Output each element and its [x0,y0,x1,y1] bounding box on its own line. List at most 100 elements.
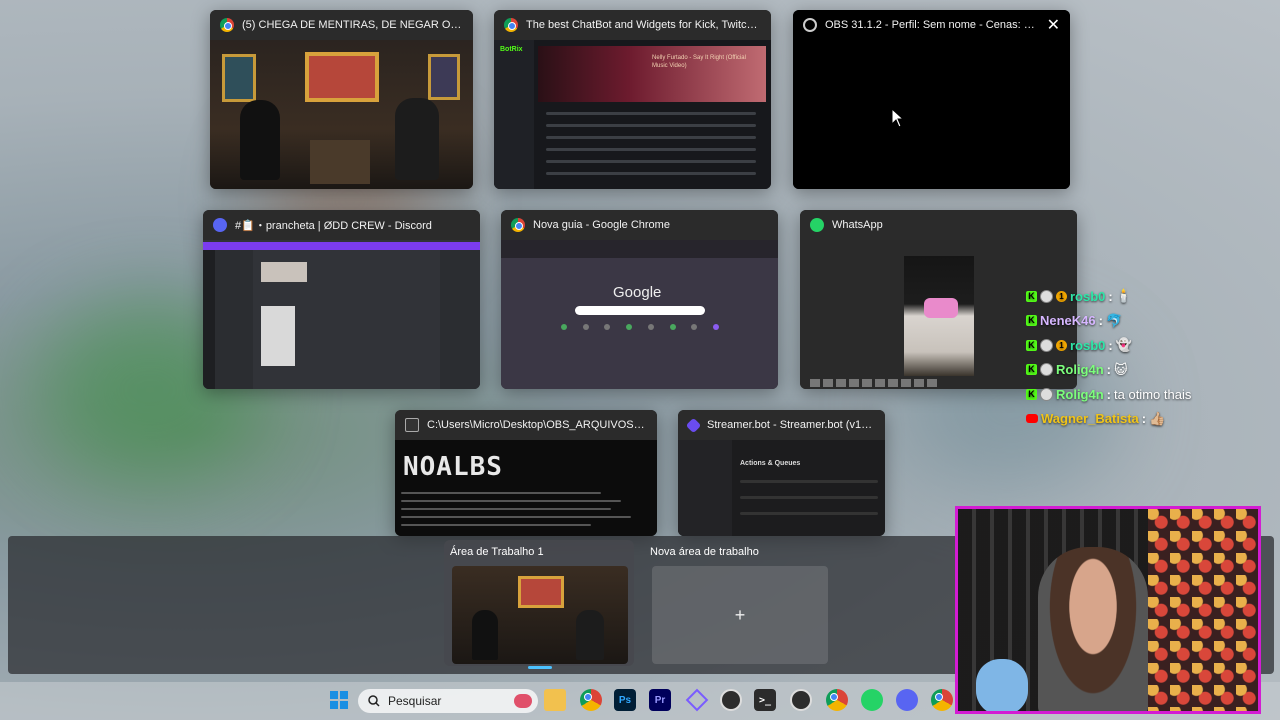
window-podcast[interactable]: (5) CHEGA DE MENTIRAS, DE NEGAR O MEU DE… [210,10,473,189]
premiere-icon[interactable]: Pr [649,689,671,711]
window-titlebar[interactable]: Nova guia - Google Chrome [501,210,778,240]
log-line [401,524,591,526]
webcam-overlay [955,506,1261,714]
window-title: C:\Users\Micro\Desktop\OBS_ARQUIVOS\NOAL… [427,419,647,431]
chat-message: K NeneK46 : 🐬 [1026,309,1266,334]
podcast-frame-center [305,52,379,102]
shortcut-row [561,324,719,332]
desktop-label: Área de Trabalho 1 [450,546,544,558]
chat-text: 👍🏼 [1149,410,1166,426]
window-terminal[interactable]: C:\Users\Micro\Desktop\OBS_ARQUIVOS\NOAL… [395,410,657,536]
chat-message: K Rolig4n : 😺 [1026,358,1266,383]
shortcut-icon [626,324,633,330]
webcam-person [1038,547,1148,711]
file-explorer-icon[interactable] [544,689,566,711]
window-preview [210,40,473,189]
window-preview [203,240,480,389]
search-highlight-icon [514,694,532,708]
window-titlebar[interactable]: #📋・prancheta | ØDD CREW - Discord [203,210,480,240]
desktop-thumbnail [452,566,628,664]
streamerbot-sidebar [678,440,732,536]
chat-message: K Rolig4n : ta otimo thais [1026,382,1266,407]
window-obs[interactable]: OBS 31.1.2 - Perfil: Sem nome - Cenas: S… [793,10,1070,189]
windows-logo-pane [340,691,348,699]
window-titlebar[interactable]: Streamer.bot - Streamer.bot (v1.0.1) [678,410,885,440]
window-title: Streamer.bot - Streamer.bot (v1.0.1) [707,419,875,431]
chrome-icon [220,18,234,32]
chat-text: ta otimo thais [1114,386,1192,402]
chrome-icon [504,18,518,32]
chat-username: Rolig4n [1056,362,1104,378]
desktop-current[interactable]: Área de Trabalho 1 [444,540,634,669]
list-row [740,480,878,483]
podcast-host-right [395,98,439,180]
obs-icon[interactable] [790,689,812,711]
window-title: #📋・prancheta | ØDD CREW - Discord [235,220,432,232]
chrome-icon[interactable] [826,689,848,711]
windows-icon[interactable] [330,691,348,709]
botrix-logo: BotRix [500,46,523,53]
whatsapp-icon[interactable] [861,689,883,711]
window-streamerbot[interactable]: Streamer.bot - Streamer.bot (v1.0.1) Act… [678,410,885,536]
streamerbot-icon[interactable] [685,688,709,712]
chat-message: Wagner_Batista : 👍🏼 [1026,407,1266,432]
discord-image [261,306,295,366]
window-preview: Actions & Queues [678,440,885,536]
whatsapp-icon [810,218,824,232]
window-titlebar[interactable]: (5) CHEGA DE MENTIRAS, DE NEGAR O MEU DE… [210,10,473,40]
podcast-desk [310,140,370,184]
terminal-icon[interactable]: >_ [754,689,776,711]
window-botrix[interactable]: The best ChatBot and Widgets for Kick, T… [494,10,771,189]
kick-icon: K [1026,290,1037,302]
photoshop-icon[interactable]: Ps [614,689,636,711]
window-titlebar[interactable]: OBS 31.1.2 - Perfil: Sem nome - Cenas: S… [793,10,1070,40]
chrome-icon[interactable] [931,689,953,711]
chat-separator: : [1098,313,1103,329]
obs-icon [803,18,817,32]
webcam-shelf-right [1148,509,1258,711]
cursor-icon [891,108,905,128]
chat-message: K 1 rosb0 : 👻 [1026,333,1266,358]
thumbnail-frame [518,576,564,608]
kick-icon: K [1026,364,1037,376]
list-row [546,148,756,151]
whatsapp-thumbnails [810,379,940,387]
discord-top-banner [203,242,480,250]
thumbnail-host [472,610,498,660]
window-newtab[interactable]: Nova guia - Google Chrome Google [501,210,778,389]
plus-icon: + [734,604,746,625]
window-preview [793,40,1070,189]
desktop-new[interactable]: Nova área de trabalho + [644,540,834,666]
list-row [546,172,756,175]
chat-text: 🐬 [1105,312,1123,328]
noalbs-banner: NOALBS [403,452,503,482]
window-titlebar[interactable]: WhatsApp [800,210,1077,240]
window-discord[interactable]: #📋・prancheta | ØDD CREW - Discord [203,210,480,389]
new-desktop-button[interactable]: + [652,566,828,664]
window-preview: Google [501,240,778,389]
chat-username: Wagner_Batista [1041,411,1139,427]
badge-icon [1040,338,1053,352]
chat-separator: : [1141,411,1147,427]
taskbar-search[interactable]: Pesquisar [358,689,538,713]
log-line [401,492,601,494]
chrome-icon[interactable] [580,689,602,711]
search-icon [368,695,380,707]
window-title: WhatsApp [832,219,883,231]
close-icon[interactable]: ✕ [1047,15,1060,35]
chat-separator: : [1106,386,1112,402]
window-titlebar[interactable]: C:\Users\Micro\Desktop\OBS_ARQUIVOS\NOAL… [395,410,657,440]
list-row [546,136,756,139]
chat-text: 👻 [1115,337,1132,353]
list-row [546,112,756,115]
discord-icon[interactable] [896,689,918,711]
window-titlebar[interactable]: The best ChatBot and Widgets for Kick, T… [494,10,771,40]
shortcut-icon [604,324,611,330]
window-title: (5) CHEGA DE MENTIRAS, DE NEGAR O MEU DE… [242,19,463,31]
list-row [740,496,878,499]
obs-icon[interactable] [720,689,742,711]
chat-username: NeneK46 [1040,313,1096,329]
chrome-tabbar [501,240,778,258]
botrix-video-title: Nelly Furtado - Say It Right (Official M… [652,55,746,69]
badge-icon [1040,387,1053,401]
